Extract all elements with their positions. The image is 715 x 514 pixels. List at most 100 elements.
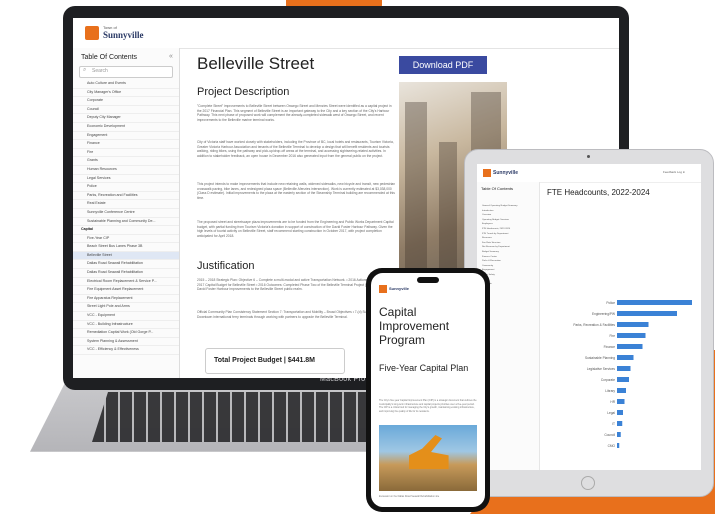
section-heading: Project Description [197, 86, 290, 98]
toc-item[interactable]: Sustainable Planning and Community De... [73, 218, 179, 227]
toc-item[interactable]: Legal Services [73, 175, 179, 184]
category-label: Sustainable Planning [585, 356, 615, 360]
category-label: Legislative Services [587, 367, 616, 371]
toc-item[interactable]: Grants [73, 157, 179, 166]
page-title: Capital Improvement Program [379, 305, 450, 347]
town-logo-icon[interactable] [379, 285, 387, 293]
category-label: CMO [608, 444, 616, 448]
toc-item[interactable]: Dallas Road Seawall Rehabilitation [73, 269, 179, 278]
section-heading: Justification [197, 260, 255, 272]
bar[interactable] [617, 421, 623, 426]
toc-item[interactable]: Five-Year CIP [73, 235, 179, 244]
paragraph: The City's five-year Capital Improvement… [379, 399, 477, 413]
tablet-header: Sunnyville Feedback Log in [477, 164, 701, 183]
category-label: Council [604, 433, 615, 437]
page-title: FTE Headcounts, 2022-2024 [547, 188, 650, 197]
toc-title: Table Of Contents [481, 186, 514, 191]
town-logo-icon[interactable] [483, 169, 491, 177]
toc-title: Table Of Contents [81, 54, 138, 61]
toc-item[interactable]: Deputy City Manager [73, 114, 179, 123]
tablet-screen: Sunnyville Feedback Log in Table Of Cont… [477, 164, 701, 470]
category-label: Legal [607, 411, 615, 415]
bar[interactable] [617, 344, 643, 349]
toc-item[interactable]: Remediation Capital Work (Old Gorge P... [73, 329, 179, 338]
toc-item[interactable]: Human Resources [73, 166, 179, 175]
toc-item[interactable]: Sunnyville Conference Centre [73, 209, 179, 218]
bar[interactable] [617, 377, 629, 382]
search-input[interactable]: ⌕ Search [79, 66, 173, 78]
tablet-camera [587, 155, 590, 158]
toc-item[interactable]: Fire [73, 149, 179, 158]
toc-item[interactable]: Council [73, 106, 179, 115]
toc-item[interactable]: System Planning & Assessment [73, 338, 179, 347]
phone: Sunnyville Capital Improvement Program F… [366, 268, 490, 512]
section-heading: Five-Year Capital Plan [379, 363, 469, 373]
paragraph: "Complete Street" improvements to Bellev… [197, 104, 392, 123]
toc-item[interactable]: Finance [73, 140, 179, 149]
category-label: Engineering/PW [592, 312, 615, 316]
toc-item[interactable]: Dallas Road Seawall Rehabilitation [73, 260, 179, 270]
toc-item[interactable]: Belleville Street [73, 251, 179, 261]
paragraph: This project intends to make improvement… [197, 182, 396, 201]
bar[interactable] [617, 322, 649, 327]
toc-item[interactable]: VCC - Building Infrastructure [73, 321, 179, 330]
site-header: Town of Sunnyville [73, 18, 619, 49]
toc-item[interactable]: Parks, Recreation and Facilities [73, 192, 179, 201]
bar[interactable] [617, 388, 626, 393]
town-logo-icon[interactable] [85, 26, 99, 40]
sidebar: Table Of Contents « ⌕ Search Auto Cultur… [73, 48, 180, 378]
category-label: IT [612, 422, 615, 426]
toc-item[interactable]: VCC - Efficiency & Effectiveness [73, 346, 179, 355]
toc-item[interactable]: Engagement [73, 132, 179, 141]
excavator-photo [379, 425, 477, 491]
toc-item[interactable]: Real Estate [73, 200, 179, 209]
bar[interactable] [617, 300, 692, 305]
category-label: Finance [604, 345, 616, 349]
toc-item[interactable]: Economic Development [73, 123, 179, 132]
tablet: Sunnyville Feedback Log in Table Of Cont… [464, 149, 714, 497]
category-label: Fire [610, 334, 616, 338]
logo-text[interactable]: Sunnyville [493, 170, 518, 176]
bar[interactable] [617, 355, 634, 360]
budget-box: Total Project Budget | $441.8M [205, 348, 345, 374]
bar[interactable] [617, 432, 621, 437]
toc-list: Auto Culture and Events City Manager's Of… [73, 80, 179, 355]
photo-caption: Excavator on the Dallas Road Seawall Reh… [379, 495, 440, 498]
category-label: HR [610, 400, 615, 404]
category-label: Parks, Recreation & Facilities [573, 323, 615, 327]
category-label: Library [605, 389, 615, 393]
bar[interactable] [617, 443, 620, 448]
logo-text[interactable]: Sunnyville [389, 286, 409, 291]
bar[interactable] [617, 311, 677, 316]
toc-item[interactable]: Capital [73, 226, 179, 235]
phone-screen: Sunnyville Capital Improvement Program F… [371, 273, 485, 507]
toc-item[interactable]: Police [73, 183, 179, 192]
toc-item[interactable]: Street Light Pole and Arms [73, 303, 179, 313]
page-title: Belleville Street [197, 54, 315, 73]
search-placeholder: Search [92, 68, 108, 74]
logo-text[interactable]: Sunnyville [103, 30, 144, 40]
collapse-icon[interactable]: « [169, 53, 173, 60]
paragraph: City of Victoria staff have worked close… [197, 140, 394, 159]
toc-item[interactable]: Fire Equipment Asset Replacement [73, 286, 179, 295]
header-links[interactable]: Feedback Log in [663, 170, 685, 174]
toc-item[interactable]: VCC - Equipment [73, 312, 179, 321]
toc-item[interactable]: Auto Culture and Events [73, 80, 179, 89]
tablet-home-button[interactable] [581, 476, 595, 490]
search-icon: ⌕ [83, 67, 87, 73]
phone-notch [417, 277, 439, 283]
category-label: Police [606, 301, 615, 305]
bar[interactable] [617, 399, 625, 404]
bar[interactable] [617, 333, 646, 338]
paragraph: The proposed street and streetscape plaz… [197, 220, 394, 239]
fte-bar-chart: Police Engineering/PW Parks, Recreation & … [573, 300, 692, 448]
toc-item[interactable]: City Manager's Office [73, 89, 179, 98]
toc-item[interactable]: Fire Apparatus Replacement [73, 295, 179, 304]
bar[interactable] [617, 366, 631, 371]
category-label: Corporate [601, 378, 615, 382]
toc-item[interactable]: Electrical Room Replacement & Service P.… [73, 278, 179, 287]
bar[interactable] [617, 410, 623, 415]
toc-item[interactable]: Beach Street Bus Lanes Phase 3B [73, 243, 179, 252]
download-pdf-button[interactable]: Download PDF [399, 56, 487, 74]
toc-item[interactable]: Corporate [73, 97, 179, 106]
